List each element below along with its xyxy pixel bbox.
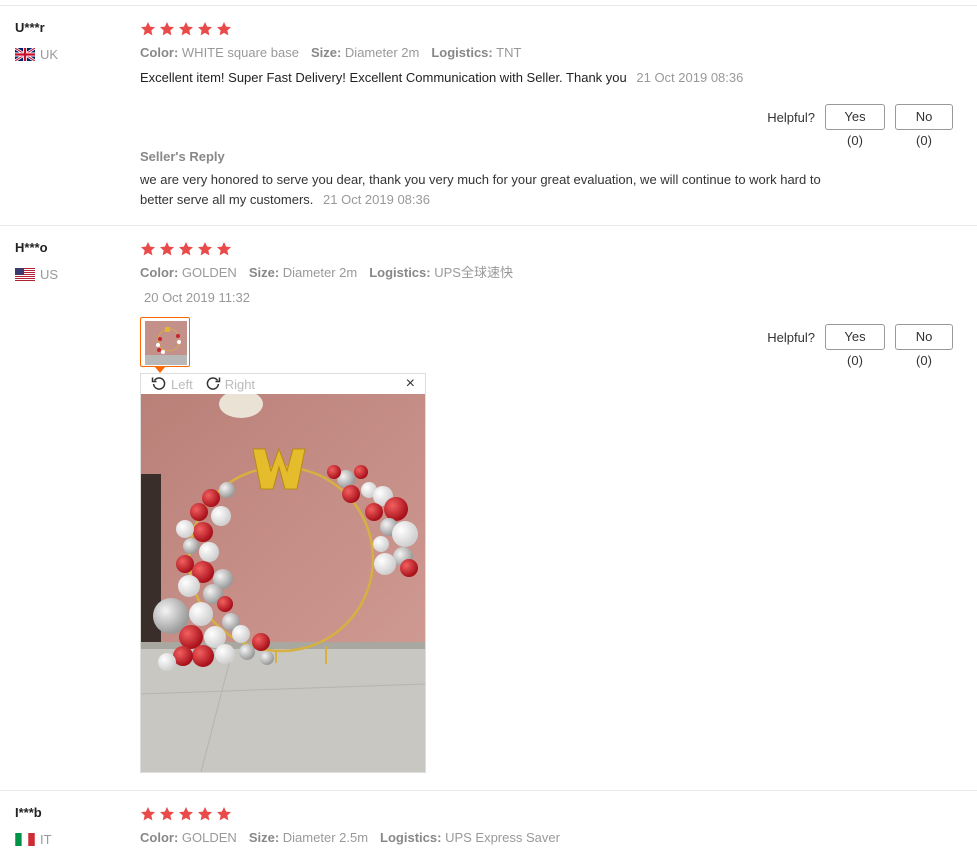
size-label: Size: [310, 45, 342, 60]
size-value: Diameter 2m [344, 45, 420, 60]
rotate-left-icon [151, 375, 167, 394]
reviewer-name: I***b [15, 805, 42, 820]
size-value: Diameter 2m [282, 265, 358, 280]
logistics-label: Logistics: [431, 45, 493, 60]
reviewer-name: U***r [15, 20, 45, 35]
star-icon [216, 21, 232, 37]
review-photo-thumbnail[interactable] [140, 317, 190, 367]
review-content: Color: WHITE square base Size: Diameter … [140, 20, 960, 87]
product-attributes: Color: WHITE square base Size: Diameter … [140, 44, 960, 62]
review-item: H***o US Color: GOLDEN Size: Diameter 2m… [0, 225, 977, 790]
size-label: Size: [248, 830, 280, 845]
color-label: Color: [140, 265, 179, 280]
helpful-no-button[interactable]: No (0) [895, 104, 953, 148]
star-icon [197, 241, 213, 257]
star-icon [178, 21, 194, 37]
star-icon [216, 806, 232, 822]
reviewer-name: H***o [15, 240, 48, 255]
star-icon [140, 21, 156, 37]
review-feedback: Excellent item! Super Fast Delivery! Exc… [140, 69, 960, 87]
feedback-text: Excellent item! Super Fast Delivery! Exc… [140, 70, 627, 85]
color-value: WHITE square base [181, 45, 299, 60]
close-icon[interactable]: × [406, 375, 415, 393]
star-rating [140, 20, 960, 38]
helpful-label: Helpful? [767, 109, 815, 125]
star-rating [140, 805, 960, 823]
rotate-right-icon [205, 375, 221, 394]
color-label: Color: [140, 45, 179, 60]
photo-viewer-toolbar: Left Right × [141, 374, 425, 394]
star-icon [216, 241, 232, 257]
rotate-left-label: Left [171, 376, 193, 392]
reviewer-country: US [15, 266, 58, 282]
review-item: U***r UK Color: WHITE square base Size: … [0, 5, 977, 225]
reviewer-info: I***b IT [15, 805, 52, 847]
review-feedback: 20 Oct 2019 11:32 [140, 289, 960, 307]
review-content: Color: GOLDEN Size: Diameter 2.5m Logist… [140, 805, 960, 847]
logistics-label: Logistics: [380, 830, 442, 845]
us-flag-icon [15, 267, 35, 281]
it-flag-icon [15, 832, 35, 846]
star-icon [197, 806, 213, 822]
size-value: Diameter 2.5m [282, 830, 369, 845]
color-value: GOLDEN [181, 265, 237, 280]
review-photo [141, 394, 425, 772]
star-icon [140, 241, 156, 257]
logistics-value: TNT [496, 45, 522, 60]
country-code: US [40, 266, 59, 282]
product-attributes: Color: GOLDEN Size: Diameter 2m Logistic… [140, 264, 960, 282]
helpful-yes-button[interactable]: Yes (0) [825, 104, 885, 148]
uk-flag-icon [15, 47, 35, 61]
reviewer-country: IT [15, 831, 52, 847]
rotate-right-button[interactable]: Right [205, 375, 255, 394]
review-date: 21 Oct 2019 08:36 [636, 70, 744, 85]
rotate-left-button[interactable]: Left [151, 375, 193, 394]
star-rating [140, 240, 960, 258]
helpful-label: Helpful? [767, 329, 815, 345]
helpful-votes: Helpful? Yes (0) No (0) [767, 104, 953, 148]
star-icon [197, 21, 213, 37]
helpful-yes-button[interactable]: Yes (0) [825, 324, 885, 368]
photo-viewer: Left Right × [140, 373, 426, 773]
country-code: IT [40, 831, 52, 847]
review-content: Color: GOLDEN Size: Diameter 2m Logistic… [140, 240, 960, 307]
review-date: 20 Oct 2019 11:32 [144, 290, 251, 305]
logistics-label: Logistics: [369, 265, 431, 280]
reviewer-info: H***o US [15, 240, 58, 282]
logistics-value: UPS Express Saver [445, 830, 560, 845]
star-icon [178, 241, 194, 257]
seller-reply: Seller's Reply we are very honored to se… [140, 149, 830, 210]
star-icon [178, 806, 194, 822]
helpful-no-button[interactable]: No (0) [895, 324, 953, 368]
seller-reply-title: Seller's Reply [140, 149, 225, 164]
seller-reply-text: we are very honored to serve you dear, t… [140, 172, 821, 207]
color-label: Color: [140, 830, 179, 845]
star-icon [159, 241, 175, 257]
logistics-value: UPS全球速快 [434, 265, 513, 280]
review-item: I***b IT Color: GOLDEN Size: Diameter 2.… [0, 790, 977, 858]
reviewer-country: UK [15, 46, 58, 62]
star-icon [159, 806, 175, 822]
helpful-votes: Helpful? Yes (0) No (0) [767, 324, 953, 368]
size-label: Size: [248, 265, 280, 280]
seller-reply-body: we are very honored to serve you dear, t… [140, 170, 830, 210]
star-icon [159, 21, 175, 37]
reviewer-info: U***r UK [15, 20, 58, 62]
country-code: UK [40, 46, 59, 62]
color-value: GOLDEN [181, 830, 237, 845]
star-icon [140, 806, 156, 822]
rotate-right-label: Right [224, 376, 256, 392]
seller-reply-date: 21 Oct 2019 08:36 [323, 192, 430, 207]
product-attributes: Color: GOLDEN Size: Diameter 2.5m Logist… [140, 829, 960, 847]
